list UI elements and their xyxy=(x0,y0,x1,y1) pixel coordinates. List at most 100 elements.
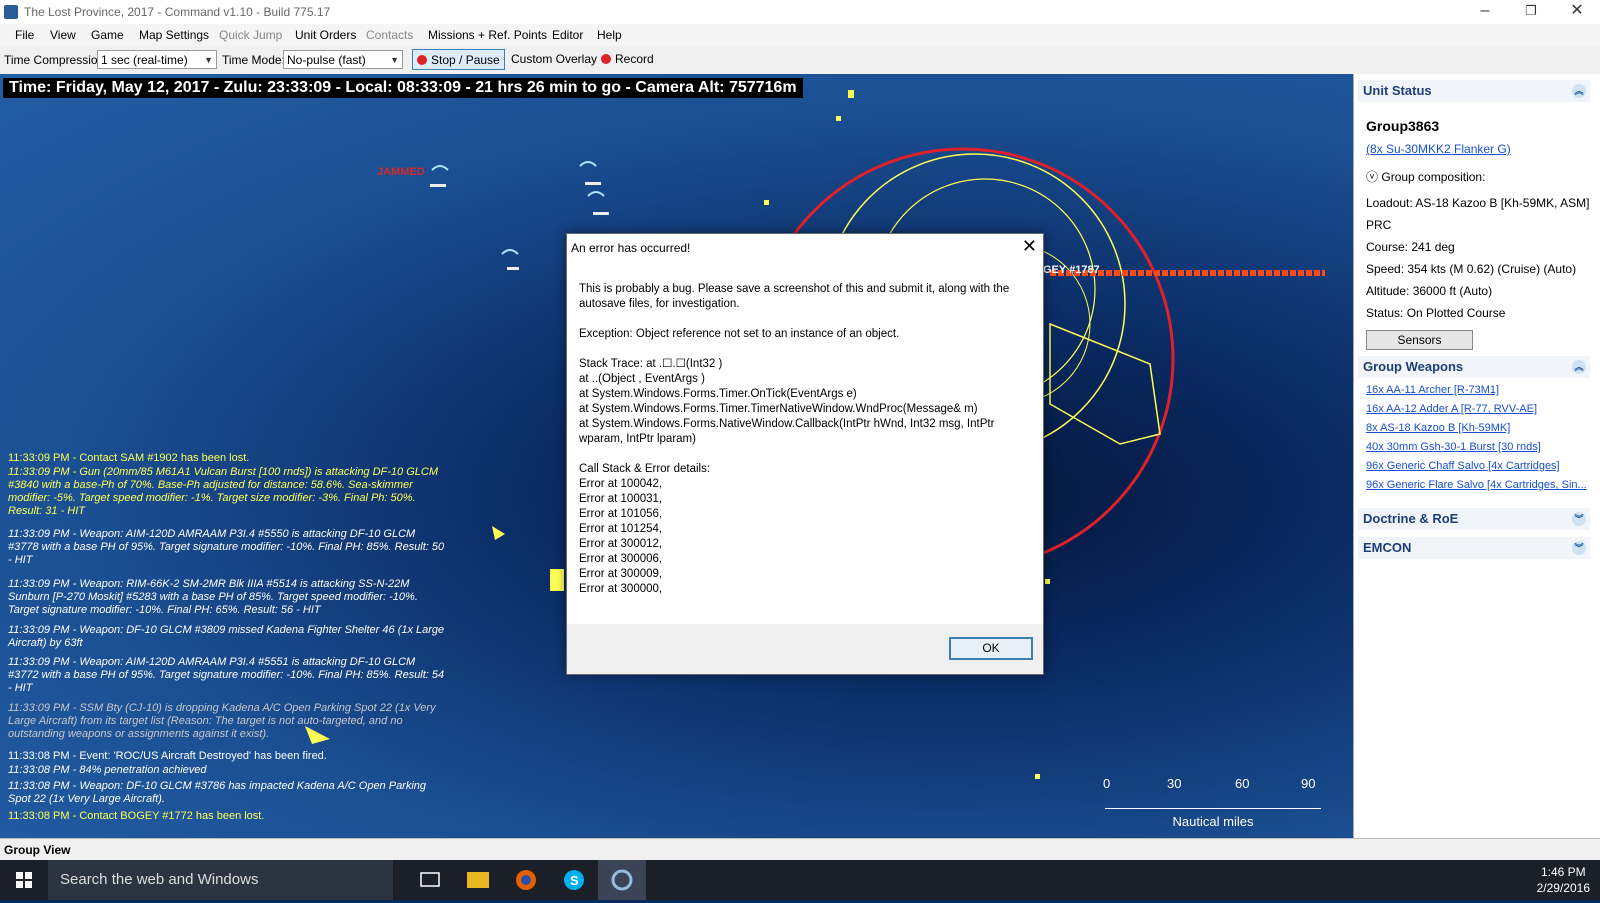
skype-icon[interactable]: S xyxy=(550,860,598,900)
status-text: Group View xyxy=(4,843,71,857)
message-log-entry: 11:33:09 PM - Weapon: RIM-66K-2 SM-2MR B… xyxy=(8,578,418,616)
dialog-footer: OK xyxy=(567,624,1043,674)
restore-button[interactable]: ❐ xyxy=(1508,0,1554,24)
course: Course: 241 deg xyxy=(1366,240,1455,254)
error-line: Error at 300000, xyxy=(579,583,663,595)
menu-editor[interactable]: Editor xyxy=(552,28,583,42)
command-app-icon[interactable] xyxy=(598,860,646,900)
menu-unit-orders[interactable]: Unit Orders xyxy=(295,28,356,42)
minimize-button[interactable]: – xyxy=(1462,0,1508,24)
collapse-icon[interactable]: ︽ xyxy=(1572,84,1586,98)
emcon-header[interactable]: EMCON ︾ xyxy=(1358,537,1590,559)
error-line: Error at 101056, xyxy=(579,508,663,520)
message-log-entry: 11:33:08 PM - Contact BOGEY #1772 has be… xyxy=(8,810,265,822)
firefox-icon[interactable] xyxy=(502,860,550,900)
taskbar-search[interactable]: Search the web and Windows xyxy=(48,860,393,900)
stop-pause-button[interactable]: Stop / Pause xyxy=(412,49,505,70)
taskbar-clock[interactable]: 1:46 PM 2/29/2016 xyxy=(1537,864,1590,896)
task-view-icon[interactable] xyxy=(406,860,454,900)
message-log-entry: 11:33:08 PM - Weapon: DF-10 GLCM #3786 h… xyxy=(8,780,427,805)
message-log-entry: 11:33:08 PM - Event: 'ROC/US Aircraft De… xyxy=(8,750,327,762)
scale-tick-label: 90 xyxy=(1301,776,1316,791)
stop-icon xyxy=(417,55,427,65)
message-log-entry: 11:33:09 PM - SSM Bty (CJ-10) is droppin… xyxy=(8,702,436,740)
weapon-link[interactable]: 16x AA-11 Archer [R-73M1] xyxy=(1366,384,1499,396)
clock-date: 2/29/2016 xyxy=(1536,881,1590,895)
message-log-entry: 11:33:09 PM - Weapon: AIM-120D AMRAAM P3… xyxy=(8,656,445,694)
scale-tick-label: 0 xyxy=(1103,776,1111,791)
sensors-button[interactable]: Sensors xyxy=(1366,330,1473,350)
status: Status: On Plotted Course xyxy=(1366,306,1506,320)
menu-view[interactable]: View xyxy=(50,28,76,42)
expand-icon[interactable]: ︾ xyxy=(1572,512,1586,526)
error-line: Error at 300012, xyxy=(579,538,663,550)
close-icon[interactable]: ✕ xyxy=(1022,236,1037,257)
close-window-button[interactable]: ✕ xyxy=(1554,0,1600,24)
weapon-link[interactable]: 40x 30mm Gsh-30-1 Burst [30 rnds] xyxy=(1366,441,1541,453)
time-compression-select[interactable]: 1 sec (real-time) ▼ xyxy=(97,50,217,69)
clock-time: 1:46 PM xyxy=(1540,865,1586,879)
ok-button[interactable]: OK xyxy=(949,637,1033,660)
time-compression-label: Time Compression: xyxy=(4,53,108,67)
taskbar: Search the web and Windows S 1:46 PM 2/2… xyxy=(0,860,1600,900)
collapse-icon[interactable]: ︽ xyxy=(1572,360,1586,374)
dialog-message: This is probably a bug. Please save a sc… xyxy=(579,283,1010,310)
record-icon xyxy=(601,54,611,64)
altitude: Altitude: 36000 ft (Auto) xyxy=(1366,284,1493,298)
scale-caption: Nautical miles xyxy=(1172,814,1254,829)
error-line: Error at 300009, xyxy=(579,568,663,580)
menu-bar: File View Game Map Settings Quick Jump U… xyxy=(0,24,1600,46)
bogey-label: GEY #1787 xyxy=(1043,264,1100,276)
message-log-entry: 11:33:09 PM - Weapon: AIM-120D AMRAAM P3… xyxy=(8,528,445,566)
menu-contacts[interactable]: Contacts xyxy=(366,28,413,42)
group-name: Group3863 xyxy=(1366,118,1440,134)
menu-map-settings[interactable]: Map Settings xyxy=(139,28,209,42)
chevron-down-circle-icon: ⓥ xyxy=(1366,170,1379,184)
stack-trace-line: at System.Windows.Forms.Timer.OnTick(Eve… xyxy=(579,388,857,400)
windows-icon xyxy=(16,872,32,888)
weapon-link[interactable]: 16x AA-12 Adder A [R-77, RVV-AE] xyxy=(1366,403,1537,415)
chevron-down-icon: ▼ xyxy=(204,55,213,65)
window-title: The Lost Province, 2017 - Command v1.10 … xyxy=(24,5,331,19)
patrol-zone xyxy=(1049,322,1161,445)
custom-overlay-button[interactable]: Custom Overlay xyxy=(507,49,601,70)
scale-tick-label: 30 xyxy=(1167,776,1182,791)
record-button[interactable]: Record xyxy=(597,49,658,70)
menu-help[interactable]: Help xyxy=(597,28,622,42)
title-bar: The Lost Province, 2017 - Command v1.10 … xyxy=(0,0,1600,24)
menu-game[interactable]: Game xyxy=(91,28,124,42)
status-bar: Group View xyxy=(0,838,1600,861)
doctrine-header[interactable]: Doctrine & RoE ︾ xyxy=(1358,508,1590,530)
dialog-title: An error has occurred! xyxy=(571,241,691,255)
unit-status-header[interactable]: Unit Status ︽ xyxy=(1358,80,1590,102)
error-line: Error at 100042, xyxy=(579,478,663,490)
group-type-link[interactable]: (8x Su-30MKK2 Flanker G) xyxy=(1366,142,1511,156)
weapon-link[interactable]: 96x Generic Chaff Salvo [4x Cartridges] xyxy=(1366,460,1560,472)
menu-quick-jump[interactable]: Quick Jump xyxy=(219,28,282,42)
weapon-link[interactable]: 8x AS-18 Kazoo B [Kh-59MK] xyxy=(1366,422,1510,434)
start-button[interactable] xyxy=(0,860,48,900)
toolbar: Time Compression: 1 sec (real-time) ▼ Tim… xyxy=(0,46,1600,75)
error-line: Error at 101254, xyxy=(579,523,663,535)
jammed-label: JAMMED xyxy=(377,166,425,178)
menu-missions[interactable]: Missions + Ref. Points xyxy=(428,28,547,42)
expand-icon[interactable]: ︾ xyxy=(1572,541,1586,555)
message-log-entry: 11:33:08 PM - 84% penetration achieved xyxy=(8,764,207,776)
menu-file[interactable]: File xyxy=(15,28,34,42)
loadout: Loadout: AS-18 Kazoo B [Kh-59MK, ASM] xyxy=(1366,196,1590,210)
message-log-entry: 11:33:09 PM - Weapon: DF-10 GLCM #3809 m… xyxy=(8,624,445,649)
file-explorer-icon[interactable] xyxy=(454,860,502,900)
call-stack-header: Call Stack & Error details: xyxy=(579,463,711,475)
chevron-down-icon: ▼ xyxy=(390,55,399,65)
time-mode-select[interactable]: No-pulse (fast) ▼ xyxy=(283,50,403,69)
group-weapons-header[interactable]: Group Weapons ︽ xyxy=(1358,356,1590,378)
stack-trace-line: at ..(Object , EventArgs ) xyxy=(579,373,705,385)
group-composition-toggle[interactable]: ⓥ Group composition: xyxy=(1366,168,1485,185)
dialog-exception: Exception: Object reference not set to a… xyxy=(579,328,900,340)
message-log-entry: 11:33:09 PM - Gun (20mm/85 M61A1 Vulcan … xyxy=(8,466,439,517)
time-mode-label: Time Mode: xyxy=(222,53,285,67)
weapon-link[interactable]: 96x Generic Flare Salvo [4x Cartridges, … xyxy=(1366,479,1587,491)
error-dialog: An error has occurred! ✕ This is probabl… xyxy=(566,233,1044,675)
dialog-body: This is probably a bug. Please save a sc… xyxy=(579,282,1019,597)
stack-trace-line: Stack Trace: at .☐.☐(Int32 ) xyxy=(579,358,723,370)
